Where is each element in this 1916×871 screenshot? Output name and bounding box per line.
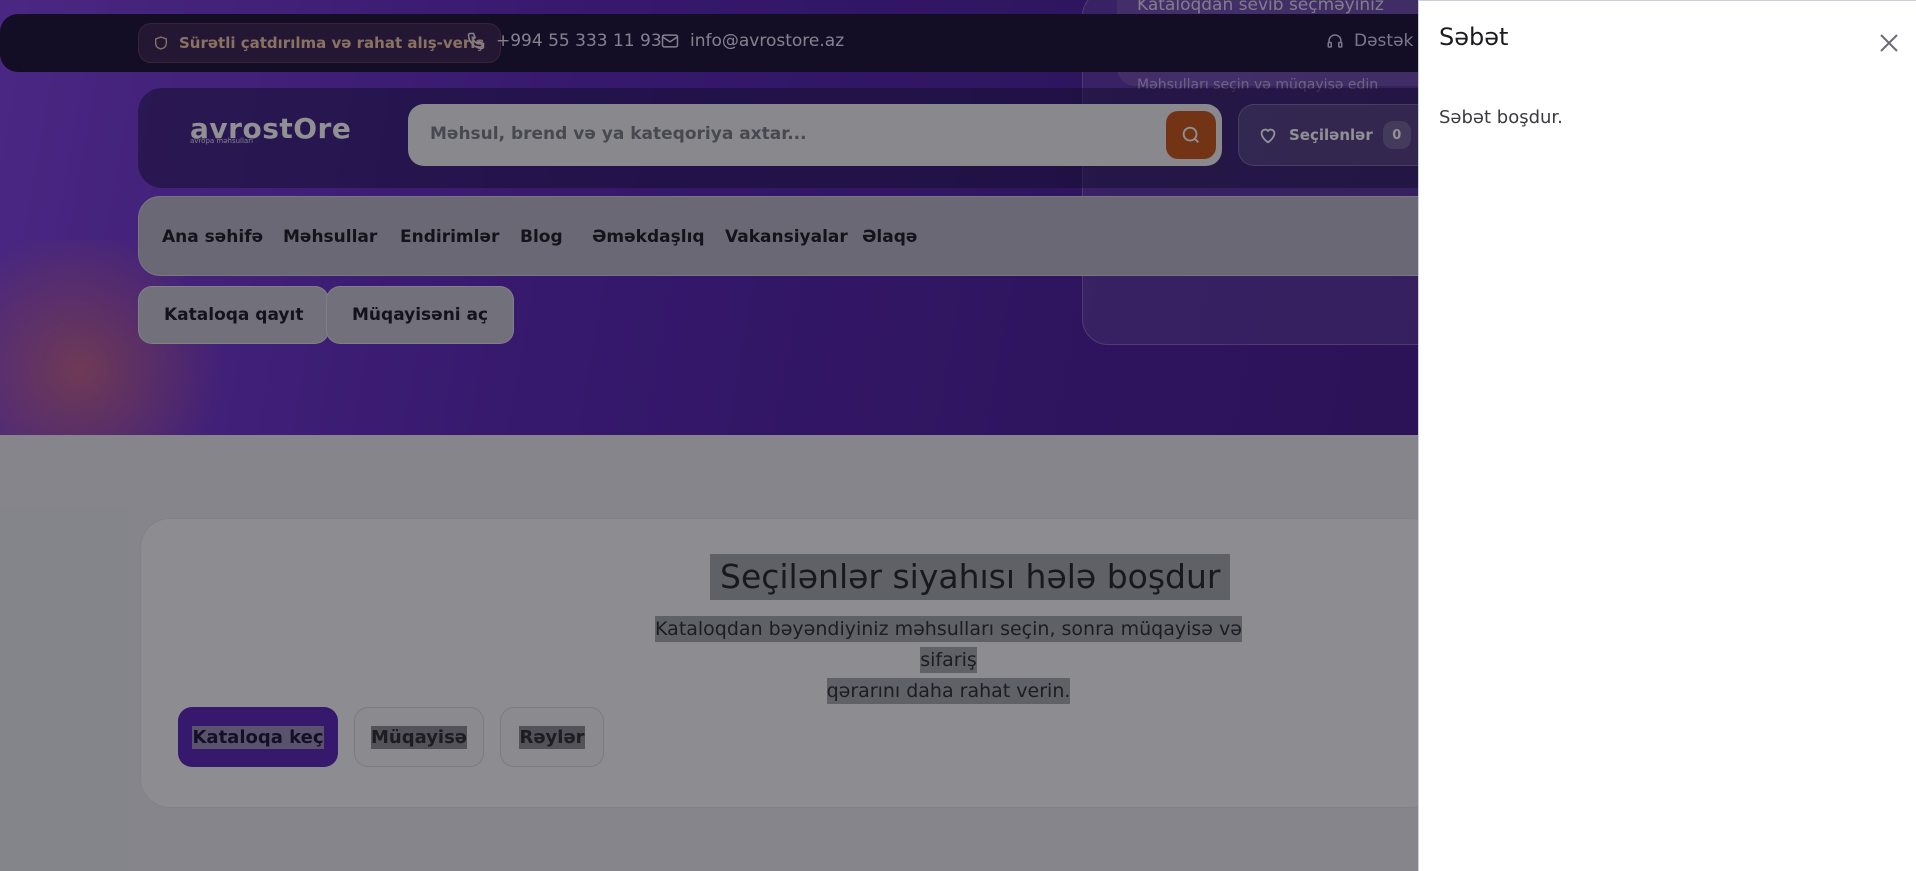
close-button[interactable] (1871, 25, 1907, 61)
cart-title: Səbət (1439, 23, 1509, 51)
close-icon (1880, 34, 1898, 52)
modal-backdrop[interactable] (0, 0, 1418, 871)
cart-drawer: Səbət Səbət boşdur. (1418, 0, 1916, 871)
cart-empty-message: Səbət boşdur. (1439, 107, 1563, 128)
